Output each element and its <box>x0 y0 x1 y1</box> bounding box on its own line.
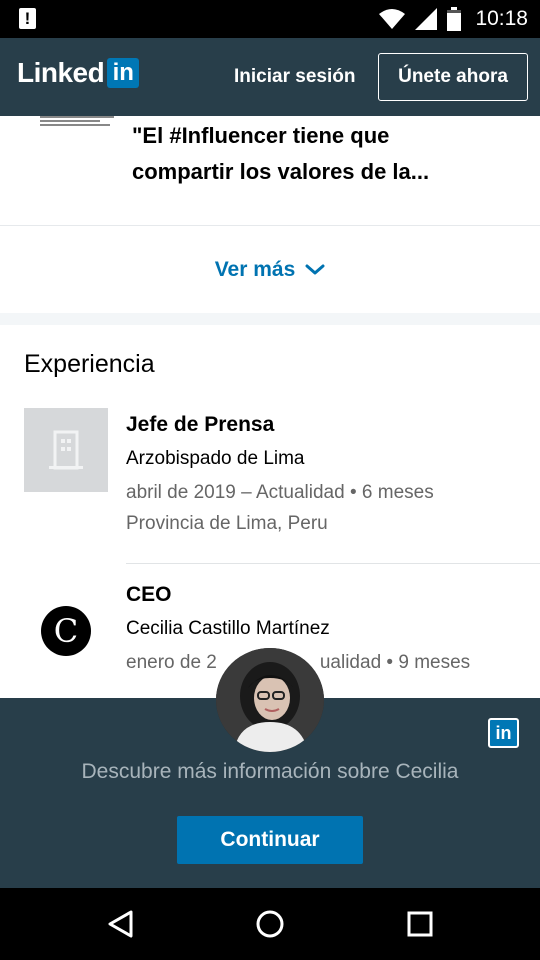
alert-icon <box>19 8 36 29</box>
experience-heading: Experiencia <box>24 350 155 378</box>
signal-icon <box>415 8 438 30</box>
experience-item[interactable]: Jefe de Prensa Arzobispado de Lima abril… <box>0 408 540 563</box>
logo-badge: in <box>107 58 140 88</box>
job-title: CEO <box>126 583 172 606</box>
logo-text: Linked <box>17 57 105 88</box>
status-icons: 10:18 <box>379 5 528 33</box>
company-logo: C <box>41 606 91 656</box>
chevron-down-icon <box>305 264 325 275</box>
separator-dot: • <box>349 482 362 503</box>
post-text: "El #Influencer tiene que compartir los … <box>132 123 430 184</box>
see-more-button[interactable]: Ver más <box>0 227 540 313</box>
post-preview[interactable]: "El #Influencer tiene que compartir los … <box>0 116 540 226</box>
section-divider <box>0 313 540 325</box>
separator-dot: • <box>386 652 399 673</box>
see-more-label: Ver más <box>214 258 296 281</box>
wifi-icon <box>379 9 406 29</box>
android-nav-bar <box>0 888 540 960</box>
profile-avatar <box>216 648 324 752</box>
continue-button[interactable]: Continuar <box>177 816 363 864</box>
status-time: 10:18 <box>475 7 528 30</box>
company-name: Cecilia Castillo Martínez <box>126 618 330 639</box>
date-start: enero de 2 <box>126 652 217 673</box>
prompt-text: Descubre más información sobre Cecilia <box>81 760 459 783</box>
building-icon <box>49 430 83 470</box>
back-icon[interactable] <box>104 908 136 940</box>
linkedin-logo[interactable]: Linked in <box>17 57 140 88</box>
job-dates: abril de 2019 – Actualidad • 6 meses <box>126 482 434 504</box>
item-divider <box>126 563 540 564</box>
status-bar: 10:18 <box>0 0 540 38</box>
company-logo <box>24 408 108 492</box>
linkedin-badge-icon: in <box>488 718 519 748</box>
date-range: abril de 2019 – Actualidad <box>126 482 345 503</box>
home-icon[interactable] <box>254 908 286 940</box>
job-duration: 9 meses <box>398 652 471 673</box>
recents-icon[interactable] <box>404 908 436 940</box>
job-title: Jefe de Prensa <box>126 413 275 436</box>
person-photo <box>216 648 324 752</box>
post-thumbnail <box>40 116 114 130</box>
company-name: Arzobispado de Lima <box>126 448 305 469</box>
job-duration: 6 meses <box>361 482 434 503</box>
signin-link[interactable]: Iniciar sesión <box>234 66 355 88</box>
top-bar: Linked in Iniciar sesión Únete ahora <box>0 38 540 116</box>
job-location: Provincia de Lima, Peru <box>126 513 328 534</box>
battery-icon <box>447 7 462 31</box>
date-end: ualidad <box>319 652 382 673</box>
join-button[interactable]: Únete ahora <box>378 53 528 101</box>
